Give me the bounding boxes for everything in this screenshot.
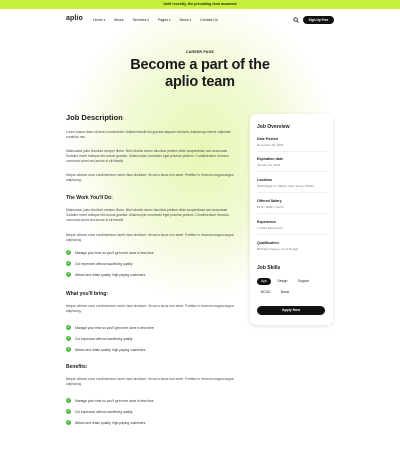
nav-item-pages[interactable]: Pages▾ [158,18,171,22]
work-paragraph-2: Neque ultrices nunc condimentum morbi ri… [66,233,234,242]
nav-item-contact[interactable]: Contact Us [200,18,218,22]
job-description-paragraph-1: Lorem ipsum dolor sit amet consectetur. … [66,130,231,139]
chevron-down-icon: ▾ [103,18,106,22]
overview-item: Qualification Bachelor Degree, Art of De… [257,241,299,251]
search-icon[interactable] [293,17,299,23]
overview-item: Date Posted December 20, 2023 [257,137,327,152]
skill-chip-design[interactable]: Design [274,278,291,285]
bring-paragraph: Neque ultrices nunc condimentum morbi ri… [66,304,234,313]
work-check-item: ✓ Cut expenses without sacrificing qualit… [66,261,133,266]
job-skills-title: Job Skills [257,265,281,271]
job-description-paragraph-3: Neque ultrices nunc condimentum morbi ri… [66,173,234,182]
nav-item-services[interactable]: Services▾ [133,18,149,22]
check-icon: ✓ [66,250,71,255]
check-icon: ✓ [66,398,71,403]
check-icon: ✓ [66,336,71,341]
skill-chip-app[interactable]: App [257,278,271,285]
benefits-check-item: ✓ Manage your time so you'll get more don… [66,398,154,403]
benefits-check-item: ✓ Attract and retain quality, high-paying… [66,420,146,425]
overview-item: Experience 4 Years Experience [257,220,327,235]
work-paragraph-1: Malesuada justo tincidunt semper libero.… [66,208,229,222]
page-eyebrow: CAREER PAGE [185,50,215,54]
job-overview-card: Job Overview Date Posted December 20, 20… [250,114,333,325]
bring-check-item: ✓ Manage your time so you'll get more don… [66,325,154,330]
benefits-check-item: ✓ Cut expenses without sacrificing qualit… [66,409,133,414]
overview-item: Expiration date January 20, 2024 [257,157,327,172]
skill-chip-support[interactable]: Support [294,278,313,285]
work-check-item: ✓ Manage your time so you'll get more don… [66,250,154,255]
job-description-heading: Job Description [66,113,123,122]
bring-heading: What you'll bring: [66,291,109,297]
job-description-paragraph-2: Malesuada justo tincidunt semper libero.… [66,149,229,163]
chevron-down-icon: ▾ [147,18,149,22]
main-nav: Home▾ About Services▾ Pages▾ News▾ Conta… [93,18,218,22]
check-icon: ✓ [66,272,71,277]
overview-item: Location 3948 Bagel Ln, Mistuk, New Jers… [257,178,327,193]
work-check-item: ✓ Attract and retain quality, high-paying… [66,272,146,277]
nav-item-news[interactable]: News▾ [180,18,192,22]
benefits-heading: Benefits: [66,364,88,370]
signup-button[interactable]: Sign Up Free [303,16,334,24]
bring-check-item: ✓ Cut expenses without sacrificing qualit… [66,336,133,341]
apply-now-button[interactable]: Apply Now [257,306,325,315]
page-title: Become a part of the aplio team [100,57,300,91]
overview-item: Offered Salary $17k - $25k / month [257,199,327,214]
check-icon: ✓ [66,347,71,352]
check-icon: ✓ [66,261,71,266]
page-title-line-1: Become a part of the [130,57,270,73]
page-title-line-2: aplio team [165,74,235,90]
check-icon: ✓ [66,409,71,414]
announcement-banner: Until recently, the prevailing view assu… [0,0,400,9]
chevron-down-icon: ▾ [189,18,192,22]
logo[interactable]: aplio [66,15,83,22]
check-icon: ✓ [66,325,71,330]
skill-chip-brand[interactable]: Brand [277,289,293,296]
nav-item-about[interactable]: About [114,18,123,22]
benefits-paragraph: Neque ultrices nunc condimentum morbi ri… [66,377,234,386]
chevron-down-icon: ▾ [169,18,171,22]
bring-check-item: ✓ Attract and retain quality, high-paying… [66,347,146,352]
job-overview-title: Job Overview [257,124,290,130]
skill-chip-wcag[interactable]: WCAG [257,289,274,296]
nav-item-home[interactable]: Home▾ [93,18,105,22]
check-icon: ✓ [66,420,71,425]
work-heading: The Work You'll Do: [66,195,113,201]
